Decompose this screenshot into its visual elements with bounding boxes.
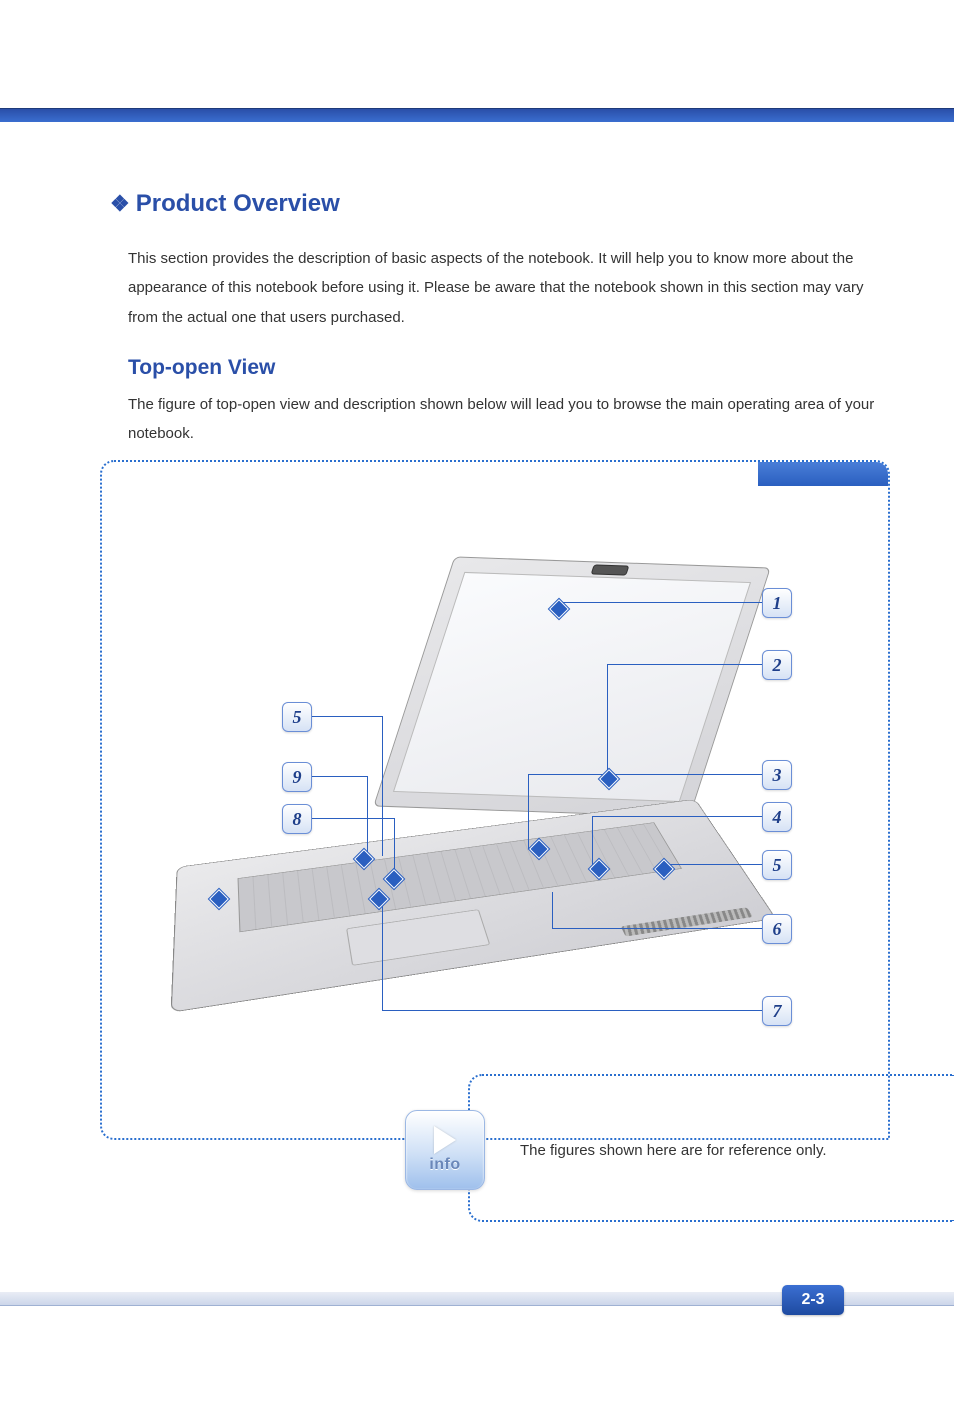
leader-line	[382, 902, 383, 1010]
laptop-vents	[621, 907, 753, 936]
laptop-base	[171, 799, 777, 1013]
laptop-touchpad	[346, 909, 490, 966]
subsection-paragraph: The figure of top-open view and descript…	[128, 390, 894, 449]
info-badge: info	[405, 1110, 485, 1190]
intro-paragraph: This section provides the description of…	[128, 244, 894, 332]
callout-badge-3: 3	[762, 760, 792, 790]
info-label: info	[429, 1156, 460, 1174]
leader-line	[592, 816, 762, 817]
leader-line	[662, 864, 762, 865]
leader-line	[367, 776, 368, 858]
subsection-heading: Top-open View	[128, 356, 894, 380]
callout-badge-7: 7	[762, 996, 792, 1026]
figure-frame: 1 2 3 4 5 6 7 5 9 8	[100, 460, 890, 1140]
laptop-illustration	[182, 562, 752, 1002]
callout-badge-2: 2	[762, 650, 792, 680]
webcam-icon	[591, 564, 630, 575]
callout-badge-9: 9	[282, 762, 312, 792]
leader-line	[382, 1010, 762, 1011]
leader-line	[592, 816, 593, 868]
leader-line	[607, 664, 762, 665]
heading-text: Product Overview	[136, 190, 340, 217]
page-number-badge: 2-3	[782, 1285, 844, 1315]
section-heading: ❖Product Overview	[110, 190, 894, 218]
leader-line	[607, 664, 608, 779]
leader-line	[382, 716, 383, 856]
callout-badge-8: 8	[282, 804, 312, 834]
callout-badge-6: 6	[762, 914, 792, 944]
callout-badge-4: 4	[762, 802, 792, 832]
laptop-screen	[393, 572, 751, 802]
callout-badge-5-right: 5	[762, 850, 792, 880]
leader-line	[552, 928, 762, 929]
leader-line	[312, 818, 394, 819]
leader-line	[312, 716, 382, 717]
diamond-bullet-icon: ❖	[110, 191, 130, 216]
leader-line	[528, 774, 529, 849]
leader-line	[312, 776, 367, 777]
callout-badge-1: 1	[762, 588, 792, 618]
content-area: ❖Product Overview This section provides …	[110, 190, 894, 468]
leader-line	[552, 892, 553, 928]
figure-corner-tab	[758, 462, 888, 486]
leader-line	[562, 602, 762, 603]
play-icon	[434, 1126, 456, 1154]
info-note: The figures shown here are for reference…	[520, 1142, 827, 1159]
laptop-lid	[373, 556, 771, 817]
callout-badge-5-left: 5	[282, 702, 312, 732]
leader-line	[528, 774, 762, 775]
header-divider	[0, 108, 954, 122]
